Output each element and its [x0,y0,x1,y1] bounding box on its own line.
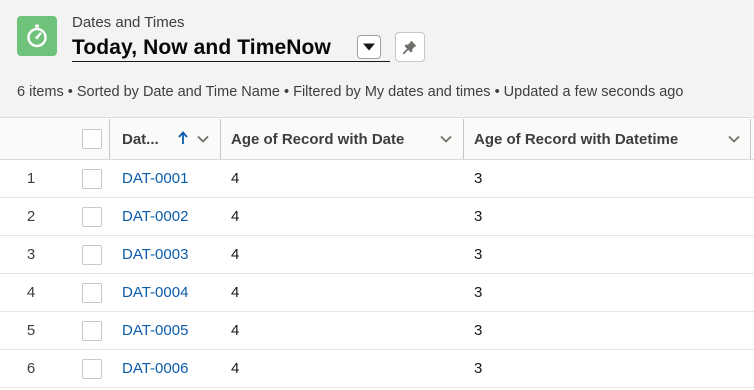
column-header-name-label: Dat... [122,130,159,148]
age-datetime-cell: 3 [474,208,483,225]
column-header-name[interactable]: Dat... [122,119,159,159]
column-menu-chevron-icon[interactable] [727,132,741,146]
list-view-title[interactable]: Today, Now and TimeNow [72,34,390,62]
table-header: Dat... Age of Record with Date Age of Re… [0,119,754,160]
age-datetime-cell: 3 [474,322,483,339]
row-checkbox[interactable] [82,207,102,227]
age-datetime-cell: 3 [474,360,483,377]
table-row: 3 DAT-0003 4 3 [0,236,754,274]
table-row: 2 DAT-0002 4 3 [0,198,754,236]
column-divider [463,119,464,159]
row-checkbox[interactable] [82,321,102,341]
row-number: 4 [26,284,36,301]
age-date-cell: 4 [231,360,240,377]
column-divider [109,119,110,159]
row-number: 5 [26,322,36,339]
row-number: 6 [26,360,36,377]
row-number: 3 [26,246,36,263]
row-number: 1 [26,170,36,187]
age-date-cell: 4 [231,246,240,263]
select-all-checkbox[interactable] [82,129,102,149]
age-datetime-cell: 3 [474,246,483,263]
row-number: 2 [26,208,36,225]
row-checkbox[interactable] [82,169,102,189]
column-header-age-datetime-label: Age of Record with Datetime [474,130,679,148]
age-datetime-cell: 3 [474,284,483,301]
sort-ascending-icon[interactable] [176,130,190,146]
column-header-age-date[interactable]: Age of Record with Date [231,119,404,159]
list-summary: 6 items • Sorted by Date and Time Name •… [17,84,684,100]
column-header-age-datetime[interactable]: Age of Record with Datetime [474,119,678,159]
column-header-age-date-label: Age of Record with Date [231,130,405,148]
age-date-cell: 4 [231,170,240,187]
table-row: 5 DAT-0005 4 3 [0,312,754,350]
column-menu-chevron-icon[interactable] [439,132,453,146]
list-view-switcher-button[interactable] [357,35,381,59]
age-date-cell: 4 [231,208,240,225]
record-name-link[interactable]: DAT-0002 [122,208,188,225]
column-menu-chevron-icon[interactable] [196,132,210,146]
record-name-link[interactable]: DAT-0001 [122,170,188,187]
row-checkbox[interactable] [82,283,102,303]
list-view-header: Dates and Times Today, Now and TimeNow 6… [0,0,754,118]
age-datetime-cell: 3 [474,170,483,187]
column-divider [750,119,751,159]
object-type-label: Dates and Times [72,14,185,31]
stopwatch-icon [17,16,57,56]
pin-list-view-button[interactable] [395,32,425,62]
age-date-cell: 4 [231,322,240,339]
column-divider [220,119,221,159]
record-name-link[interactable]: DAT-0005 [122,322,188,339]
row-checkbox[interactable] [82,359,102,379]
pin-icon [402,40,417,55]
table-row: 6 DAT-0006 4 3 [0,350,754,388]
table-row: 1 DAT-0001 4 3 [0,160,754,198]
age-date-cell: 4 [231,284,240,301]
row-checkbox[interactable] [82,245,102,265]
record-name-link[interactable]: DAT-0006 [122,360,188,377]
record-name-link[interactable]: DAT-0003 [122,246,188,263]
list-view-title-text: Today, Now and TimeNow [72,35,331,59]
record-name-link[interactable]: DAT-0004 [122,284,188,301]
caret-down-icon [363,43,375,51]
table-row: 4 DAT-0004 4 3 [0,274,754,312]
